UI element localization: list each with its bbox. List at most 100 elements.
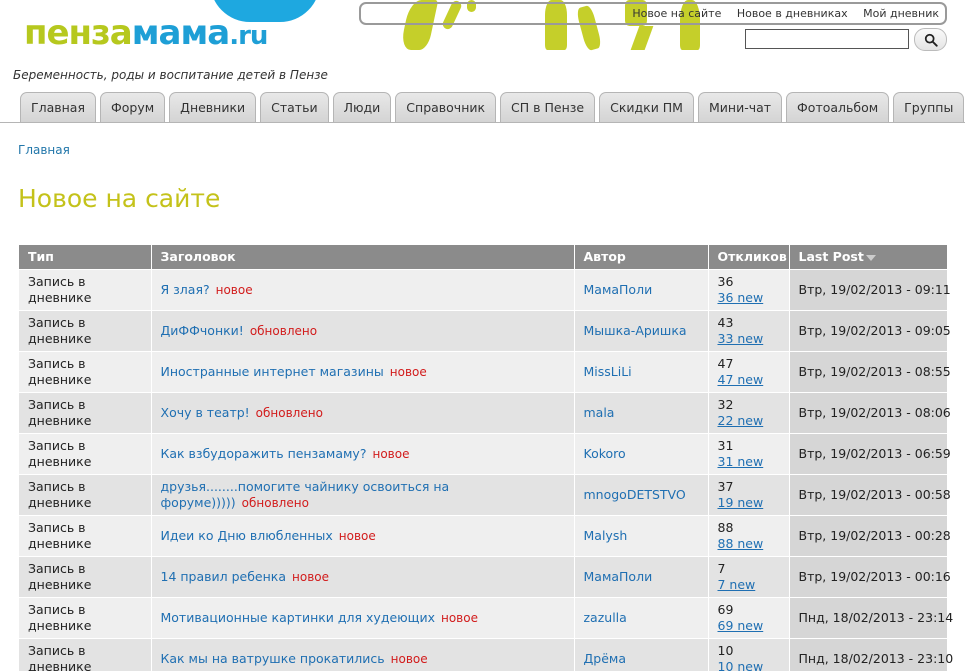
- column-header-author[interactable]: Автор: [573, 245, 708, 269]
- logo-text-penza: пенза: [24, 13, 133, 53]
- tab-photo-album[interactable]: Фотоальбом: [786, 92, 890, 122]
- cell-author: mala: [573, 391, 708, 433]
- tab-groups[interactable]: Группы: [893, 92, 965, 122]
- cell-last-post: Втр, 19/02/2013 - 08:06: [788, 391, 951, 433]
- new-replies-link[interactable]: 69 new: [718, 618, 780, 634]
- cell-last-post: Втр, 19/02/2013 - 06:59: [788, 432, 951, 474]
- post-title-link[interactable]: Иностранные интернет магазины: [161, 364, 384, 379]
- site-slogan: Беременность, роды и воспитание детей в …: [13, 68, 328, 82]
- post-title-link[interactable]: Я злая?: [161, 282, 210, 297]
- author-link[interactable]: mala: [584, 405, 615, 420]
- new-replies-link[interactable]: 22 new: [718, 413, 780, 429]
- cell-replies: 31 31 new: [707, 432, 789, 474]
- table-header-row: Тип Заголовок Автор Откликов Last Post: [19, 245, 947, 269]
- post-status-badge: новое: [292, 569, 329, 584]
- cell-author: Malysh: [573, 514, 708, 556]
- new-replies-link[interactable]: 88 new: [718, 536, 780, 552]
- cell-type: Запись в дневнике: [19, 473, 151, 515]
- search-button[interactable]: [914, 28, 947, 51]
- column-header-replies[interactable]: Откликов: [707, 245, 789, 269]
- breadcrumb-home[interactable]: Главная: [18, 143, 70, 157]
- post-status-badge: обновлено: [249, 323, 318, 338]
- author-link[interactable]: Malysh: [584, 528, 628, 543]
- cell-last-post: Пнд, 18/02/2013 - 23:14: [788, 596, 953, 638]
- reply-count: 7: [717, 560, 726, 576]
- top-link-my-diary[interactable]: Мой дневник: [863, 7, 939, 20]
- cell-title: Как взбудоражить пензамаму? новое: [150, 432, 574, 474]
- top-link-new-in-diaries[interactable]: Новое в дневниках: [737, 7, 848, 20]
- table-row: Запись в дневнике друзья........помогите …: [19, 473, 951, 515]
- cell-replies: 37 19 new: [707, 473, 789, 515]
- new-replies-link[interactable]: 33 new: [718, 331, 780, 347]
- cell-type: Запись в дневнике: [19, 514, 151, 556]
- post-status-badge: обновлено: [255, 405, 323, 420]
- cell-type: Запись в дневнике: [19, 432, 151, 474]
- new-replies-link[interactable]: 36 new: [718, 290, 780, 306]
- post-title-link[interactable]: Как взбудоражить пензамаму?: [161, 446, 367, 461]
- author-link[interactable]: МамаПоли: [584, 282, 653, 297]
- table-row: Запись в дневнике Идеи ко Дню влюбленных н…: [19, 514, 951, 556]
- post-status-badge: новое: [372, 446, 410, 461]
- author-link[interactable]: Дрёма: [584, 651, 626, 666]
- cell-last-post: Пнд, 18/02/2013 - 23:10: [788, 637, 953, 671]
- new-replies-link[interactable]: 47 new: [718, 372, 780, 388]
- author-link[interactable]: Мышка-Аришка: [584, 323, 687, 338]
- tab-mini-chat[interactable]: Мини-чат: [697, 92, 783, 122]
- cell-title: друзья........помогите чайнику освоиться…: [150, 473, 574, 515]
- cell-replies: 47 47 new: [707, 350, 789, 392]
- cell-title: 14 правил ребенка новое: [150, 555, 574, 597]
- new-replies-link[interactable]: 31 new: [718, 454, 780, 470]
- tab-discounts[interactable]: Скидки ПМ: [599, 92, 694, 122]
- column-header-last-post-label: Last Post: [798, 249, 864, 265]
- post-title-link[interactable]: Хочу в театр!: [161, 405, 250, 420]
- author-link[interactable]: zazulla: [584, 610, 627, 625]
- post-title-link[interactable]: ДиФФчонки!: [161, 323, 244, 338]
- cell-replies: 32 22 new: [707, 391, 789, 433]
- reply-count: 10: [717, 642, 734, 658]
- tab-joint-purchases[interactable]: СП в Пензе: [500, 92, 596, 122]
- post-title-link[interactable]: Мотивационные картинки для худеющих: [161, 610, 435, 625]
- cell-last-post: Втр, 19/02/2013 - 00:58: [788, 473, 951, 515]
- cell-last-post: Втр, 19/02/2013 - 00:28: [788, 514, 951, 556]
- tab-articles[interactable]: Статьи: [260, 92, 329, 122]
- reply-count: 32: [717, 396, 734, 412]
- new-replies-link[interactable]: 7 new: [718, 577, 780, 593]
- top-link-new-on-site[interactable]: Новое на сайте: [632, 7, 721, 20]
- author-link[interactable]: МамаПоли: [584, 569, 653, 584]
- tab-diaries[interactable]: Дневники: [169, 92, 257, 122]
- author-link[interactable]: Kokoro: [584, 446, 626, 461]
- tab-people[interactable]: Люди: [332, 92, 392, 122]
- post-title-link[interactable]: Как мы на ватрушке прокатились: [161, 651, 385, 666]
- author-link[interactable]: MissLiLi: [584, 364, 632, 379]
- table-row: Запись в дневнике ДиФФчонки! обновлено Мышк…: [19, 309, 951, 351]
- post-title-link[interactable]: Идеи ко Дню влюбленных: [161, 528, 333, 543]
- cell-type: Запись в дневнике: [19, 555, 151, 597]
- cell-type: Запись в дневнике: [19, 309, 151, 351]
- cell-title: ДиФФчонки! обновлено: [150, 309, 574, 351]
- tab-directory[interactable]: Справочник: [395, 92, 497, 122]
- new-replies-link[interactable]: 19 new: [718, 495, 780, 511]
- reply-count: 36: [717, 273, 734, 289]
- table-row: Запись в дневнике Хочу в театр! обновлено m…: [19, 391, 951, 433]
- site-header: пензамама.ru Новое на сайте Новое в днев…: [0, 0, 965, 90]
- post-status-badge: обновлено: [241, 495, 309, 510]
- cell-author: МамаПоли: [573, 268, 708, 310]
- author-link[interactable]: mnogoDETSTVO: [584, 487, 686, 502]
- cell-author: mnogoDETSTVO: [573, 473, 708, 515]
- cell-author: MissLiLi: [573, 350, 708, 392]
- table-row: Запись в дневнике Иностранные интернет ма…: [19, 350, 951, 392]
- column-header-last-post[interactable]: Last Post: [788, 245, 947, 269]
- cell-replies: 43 33 new: [707, 309, 789, 351]
- post-title-link[interactable]: 14 правил ребенка: [161, 569, 287, 584]
- column-header-title[interactable]: Заголовок: [150, 245, 574, 269]
- column-header-type[interactable]: Тип: [19, 245, 151, 269]
- tab-home[interactable]: Главная: [20, 92, 96, 122]
- tabs-divider: [0, 122, 965, 123]
- cell-replies: 36 36 new: [707, 268, 789, 310]
- tab-forum[interactable]: Форум: [100, 92, 166, 122]
- reply-count: 47: [717, 355, 734, 371]
- search-input[interactable]: [745, 29, 909, 49]
- new-replies-link[interactable]: 10 new: [718, 659, 780, 671]
- reply-count: 37: [717, 478, 734, 494]
- cell-title: Как мы на ватрушке прокатились новое: [150, 637, 574, 671]
